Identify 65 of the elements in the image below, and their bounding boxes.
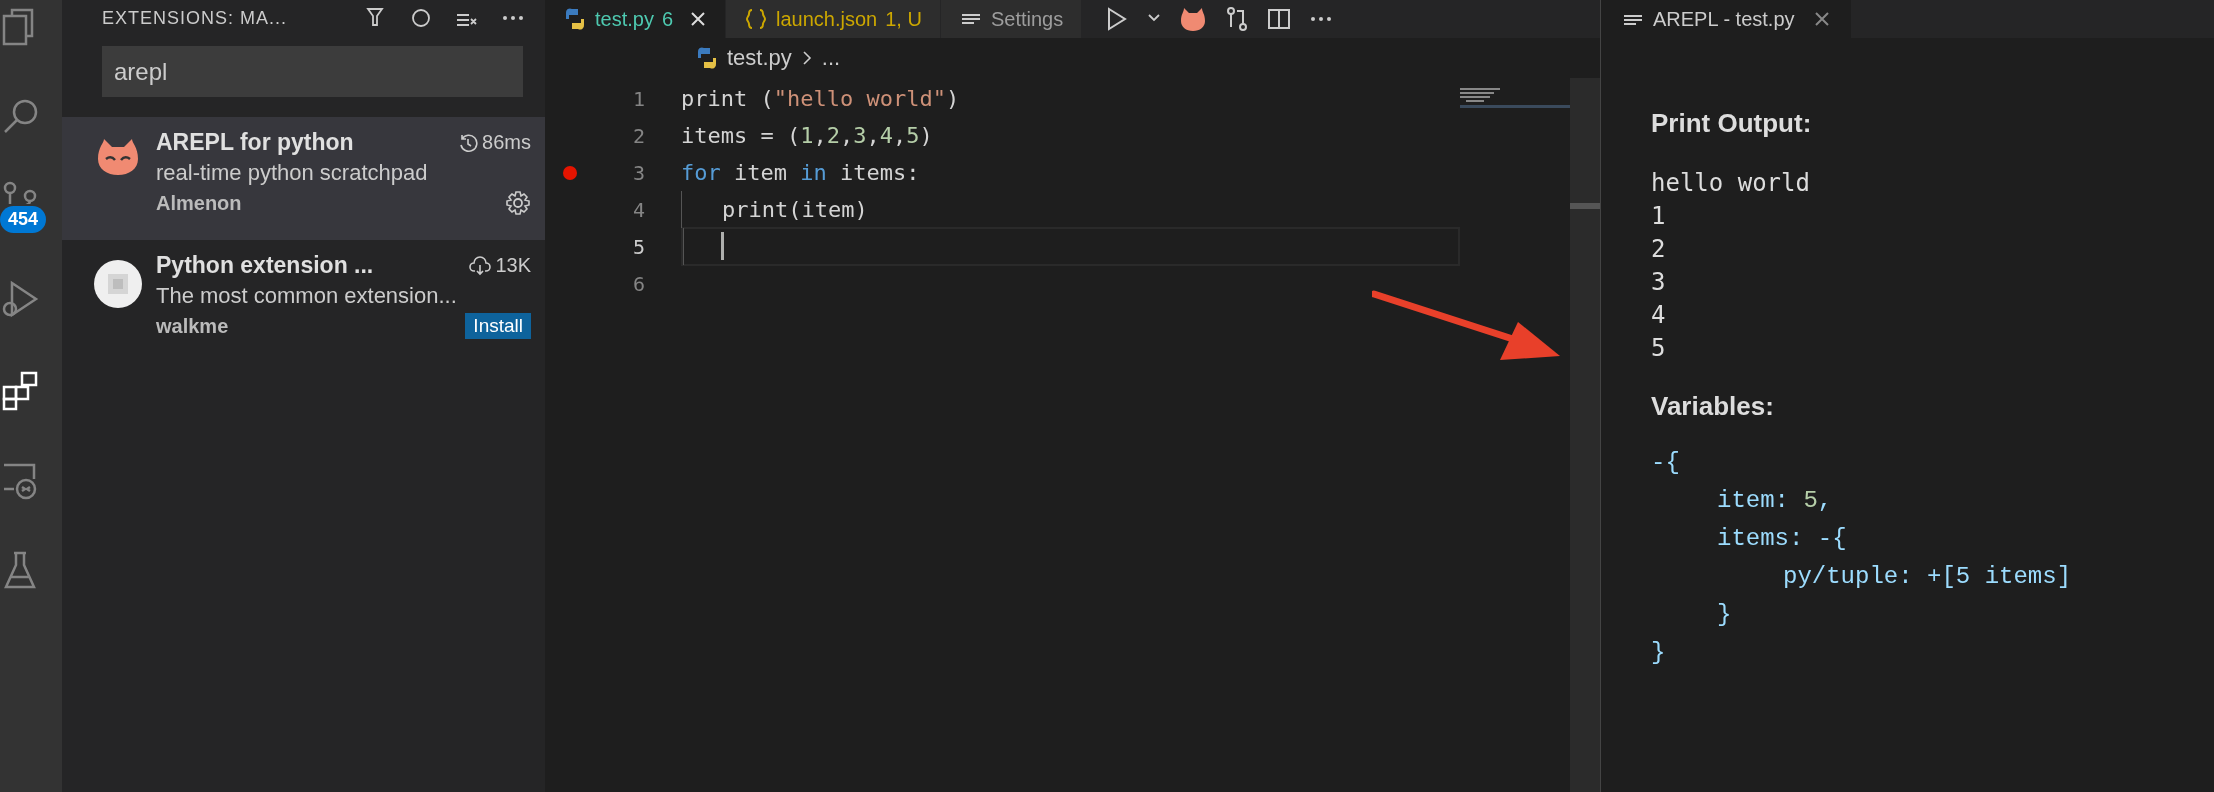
cloud-download-icon <box>469 255 492 276</box>
line-number: 3 <box>631 160 645 185</box>
output-line: 1 <box>1651 201 1667 232</box>
extension-description: real-time python scratchpad <box>156 160 429 186</box>
clock-icon <box>458 132 479 153</box>
problem-count: 6 <box>661 7 674 31</box>
panel-tab[interactable]: AREPL - test.py <box>1601 0 1851 38</box>
code-line: print(item) <box>722 197 868 222</box>
line-number: 1 <box>631 86 645 111</box>
problem-count: 1, U <box>885 7 922 31</box>
tab-label: test.py <box>595 7 654 31</box>
publisher-name: Almenon <box>156 191 242 215</box>
python-icon <box>695 46 719 70</box>
braces-icon <box>744 7 769 31</box>
variable-line: items: -{ <box>1717 524 1848 554</box>
stat-text: 86ms <box>482 131 531 154</box>
refresh-icon[interactable] <box>409 6 433 30</box>
publisher-name: walkme <box>156 314 229 338</box>
line-number: 2 <box>631 123 645 148</box>
install-button[interactable]: Install <box>465 313 531 339</box>
section-title: Print Output: <box>1651 108 1813 139</box>
breakpoint-dot[interactable] <box>563 165 577 180</box>
variable-line: -{ <box>1651 448 1681 478</box>
split-editor-icon[interactable] <box>1266 6 1293 32</box>
tab-label: launch.json <box>776 7 878 31</box>
tab-label: Settings <box>990 7 1064 31</box>
tab-label: AREPL - test.py <box>1653 7 1795 31</box>
output-line: 3 <box>1651 267 1667 298</box>
editor-tab[interactable]: Settings <box>940 0 1083 38</box>
extension-item[interactable]: Python extension ... 13K The most common extension... walkme Install <box>62 240 545 363</box>
variable-line: } <box>1717 600 1733 630</box>
extension-item[interactable]: AREPL for python 86ms real-time python scratchpad Almenon <box>62 117 545 240</box>
breadcrumb-item[interactable]: test.py <box>727 45 792 71</box>
count-badge: 454 <box>0 206 47 233</box>
close-icon[interactable] <box>689 10 708 28</box>
search-field[interactable]: arepl <box>102 46 523 97</box>
output-line: hello world <box>1651 168 1811 199</box>
code-line: print ("hello world") <box>681 86 960 111</box>
editor-tab[interactable]: launch.json 1, U <box>726 0 941 38</box>
variable-line: py/tuple: +[5 items] <box>1783 562 2073 592</box>
variable-line: } <box>1651 638 1667 668</box>
extensions-icon[interactable] <box>0 369 40 411</box>
line-number: 5 <box>631 234 645 259</box>
code-line: for item in items: <box>681 160 920 185</box>
output-line: 2 <box>1651 234 1667 265</box>
extension-name: Python extension ... <box>156 252 374 279</box>
extension-logo-icon <box>94 260 142 308</box>
breadcrumb-item[interactable]: ... <box>821 45 841 71</box>
line-number: 4 <box>631 197 645 222</box>
stat-text: 13K <box>495 254 531 277</box>
line-number: 6 <box>631 271 645 296</box>
section-title: Variables: <box>1651 391 1775 422</box>
extension-name: AREPL for python <box>156 129 354 156</box>
settings-icon[interactable] <box>505 190 531 216</box>
variable-line: item: 5, <box>1717 486 1834 516</box>
code-line: items = (1,2,3,4,5) <box>681 123 933 148</box>
scrollbar[interactable] <box>1570 78 1600 792</box>
python-icon <box>563 7 587 31</box>
scrollbar-thumb[interactable] <box>1570 203 1600 209</box>
text-cursor <box>721 232 724 260</box>
extension-description: The most common extension... <box>156 283 458 309</box>
editor-tab[interactable]: test.py 6 <box>545 0 727 38</box>
output-line: 4 <box>1651 300 1667 331</box>
sidebar-title: EXTENSIONS: MA... <box>102 7 289 29</box>
output-line: 5 <box>1651 333 1667 364</box>
